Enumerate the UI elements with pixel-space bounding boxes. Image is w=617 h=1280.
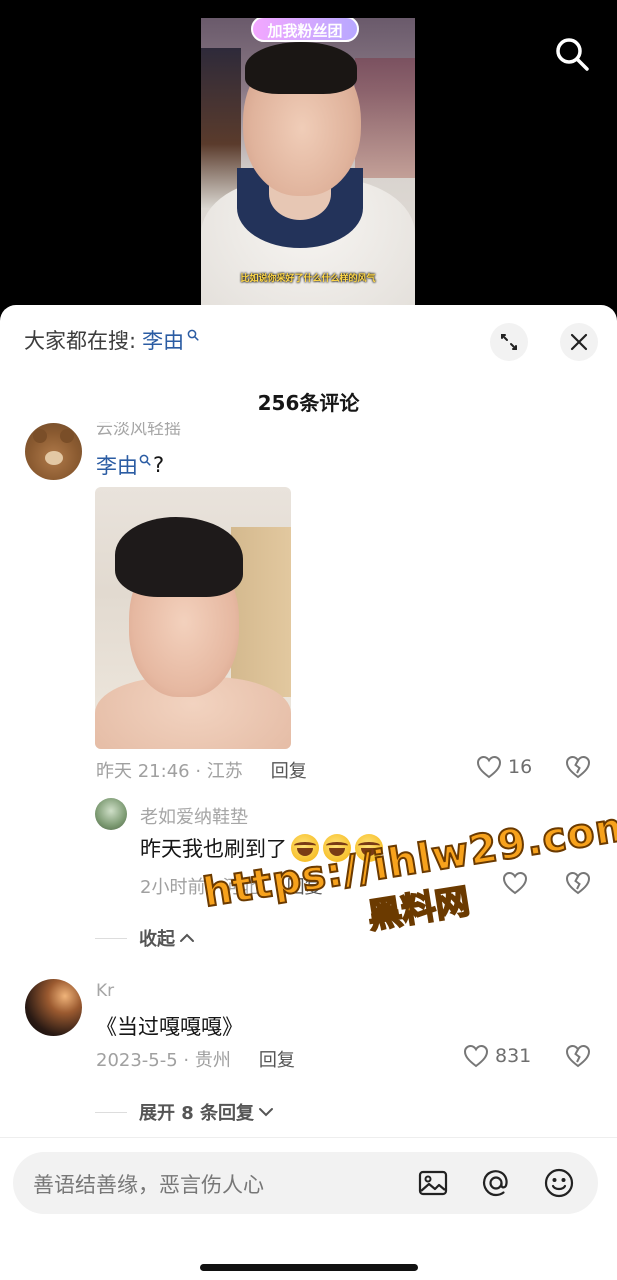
dislike-button[interactable] bbox=[565, 871, 591, 899]
close-button[interactable] bbox=[560, 323, 598, 361]
video-background bbox=[201, 48, 241, 208]
expand-button[interactable] bbox=[490, 323, 528, 361]
like-count: 16 bbox=[508, 756, 533, 778]
video-thumbnail[interactable]: 加我粉丝团 比如说你采好了什么什么样的风气 bbox=[201, 18, 415, 308]
mention-button[interactable] bbox=[480, 1167, 512, 1199]
avatar[interactable] bbox=[25, 423, 82, 480]
comment-text: 李由 ? bbox=[96, 450, 164, 480]
like-count: 831 bbox=[495, 1045, 532, 1067]
trending-search-term[interactable]: 李由 bbox=[142, 325, 184, 355]
watermark-name: 黑料网 bbox=[364, 881, 473, 938]
avatar-bear-ear bbox=[60, 429, 74, 443]
comment-username[interactable]: 云淡风轻摇 bbox=[96, 422, 181, 440]
laughing-emoji-icon bbox=[291, 834, 319, 862]
broken-heart-icon bbox=[565, 755, 591, 779]
heart-icon bbox=[463, 1044, 489, 1068]
expand-label: 展开 8 条回复 bbox=[139, 1103, 255, 1124]
fan-club-banner[interactable]: 加我粉丝团 bbox=[251, 18, 359, 42]
comment-input-placeholder: 善语结善缘，恶言伤人心 bbox=[33, 1173, 264, 1197]
reply-username[interactable]: 老如爱纳鞋垫 bbox=[140, 803, 248, 829]
dislike-button[interactable] bbox=[565, 755, 591, 783]
emoji-button[interactable] bbox=[543, 1167, 575, 1199]
video-area[interactable]: 加我粉丝团 比如说你采好了什么什么样的风气 bbox=[0, 0, 617, 320]
video-background bbox=[355, 58, 415, 178]
avatar[interactable] bbox=[25, 979, 82, 1036]
divider bbox=[95, 937, 127, 939]
search-button[interactable] bbox=[552, 34, 592, 74]
comment-input-bar: 善语结善缘，恶言伤人心 bbox=[0, 1137, 617, 1280]
comment-image[interactable] bbox=[95, 487, 291, 749]
laughing-emoji-icon bbox=[355, 834, 383, 862]
chevron-up-icon bbox=[180, 933, 194, 942]
video-caption: 比如说你采好了什么什么样的风气 bbox=[240, 274, 376, 284]
broken-heart-icon bbox=[565, 871, 591, 895]
chevron-down-icon bbox=[259, 1108, 274, 1117]
emoji-icon bbox=[544, 1168, 574, 1198]
broken-heart-icon bbox=[565, 1044, 591, 1068]
reply-text-content: 昨天我也刷到了 bbox=[140, 837, 287, 861]
like-button[interactable]: 831 bbox=[463, 1044, 531, 1068]
comment-text-suffix: ? bbox=[153, 453, 165, 477]
search-icon bbox=[139, 454, 151, 466]
expand-replies-button[interactable]: 展开 8 条回复 bbox=[95, 1099, 274, 1125]
comment-search-term[interactable]: 李由 bbox=[96, 450, 138, 480]
search-icon bbox=[556, 38, 589, 71]
comment-text: 《当过嘎嘎嘎》 bbox=[96, 1015, 243, 1039]
comment-username[interactable]: Kr bbox=[96, 981, 114, 1001]
reply-button[interactable]: 回复 bbox=[287, 873, 323, 899]
avatar-bear-ear bbox=[33, 429, 47, 443]
close-icon bbox=[570, 333, 588, 351]
collapse-label: 收起 bbox=[139, 929, 175, 950]
like-button[interactable]: 16 bbox=[476, 755, 532, 779]
collapse-replies-button[interactable]: 收起 bbox=[95, 925, 195, 951]
reply-time: 2小时前 · 河北 bbox=[140, 877, 259, 898]
image-person-hair bbox=[115, 517, 243, 597]
heart-icon bbox=[502, 871, 528, 895]
comment-meta: 2023-5-5 · 贵州 回复 bbox=[96, 1046, 295, 1072]
at-icon bbox=[482, 1170, 508, 1197]
avatar[interactable] bbox=[95, 798, 127, 830]
home-indicator[interactable] bbox=[200, 1264, 418, 1271]
video-person-hair bbox=[245, 42, 357, 94]
comment-time: 2023-5-5 · 贵州 bbox=[96, 1050, 231, 1071]
expand-icon bbox=[501, 334, 517, 350]
heart-icon bbox=[476, 755, 502, 779]
comment-time: 昨天 21:46 · 江苏 bbox=[96, 761, 243, 782]
reply-meta: 2小时前 · 河北 回复 bbox=[140, 873, 323, 899]
comments-sheet: 大家都在搜: 李由 256条评论 云淡风轻摇 李由 ? 昨天 21:46 · 江… bbox=[0, 305, 617, 1280]
reply-button[interactable]: 回复 bbox=[259, 1046, 295, 1072]
trending-search-label: 大家都在搜: bbox=[24, 329, 137, 353]
dislike-button[interactable] bbox=[565, 1044, 591, 1072]
divider bbox=[95, 1111, 127, 1113]
avatar-bear-snout bbox=[45, 451, 63, 465]
reply-button[interactable]: 回复 bbox=[271, 757, 307, 783]
comment-meta: 昨天 21:46 · 江苏 回复 bbox=[96, 757, 307, 783]
reply-text: 昨天我也刷到了 bbox=[140, 833, 383, 863]
image-icon bbox=[418, 1170, 448, 1196]
image-button[interactable] bbox=[417, 1167, 449, 1199]
search-icon bbox=[187, 329, 199, 341]
comment-count: 256条评论 bbox=[257, 391, 360, 415]
laughing-emoji-icon bbox=[323, 834, 351, 862]
trending-search-row[interactable]: 大家都在搜: 李由 bbox=[24, 325, 199, 355]
like-button[interactable] bbox=[502, 871, 534, 895]
comment-input[interactable]: 善语结善缘，恶言伤人心 bbox=[13, 1152, 598, 1214]
